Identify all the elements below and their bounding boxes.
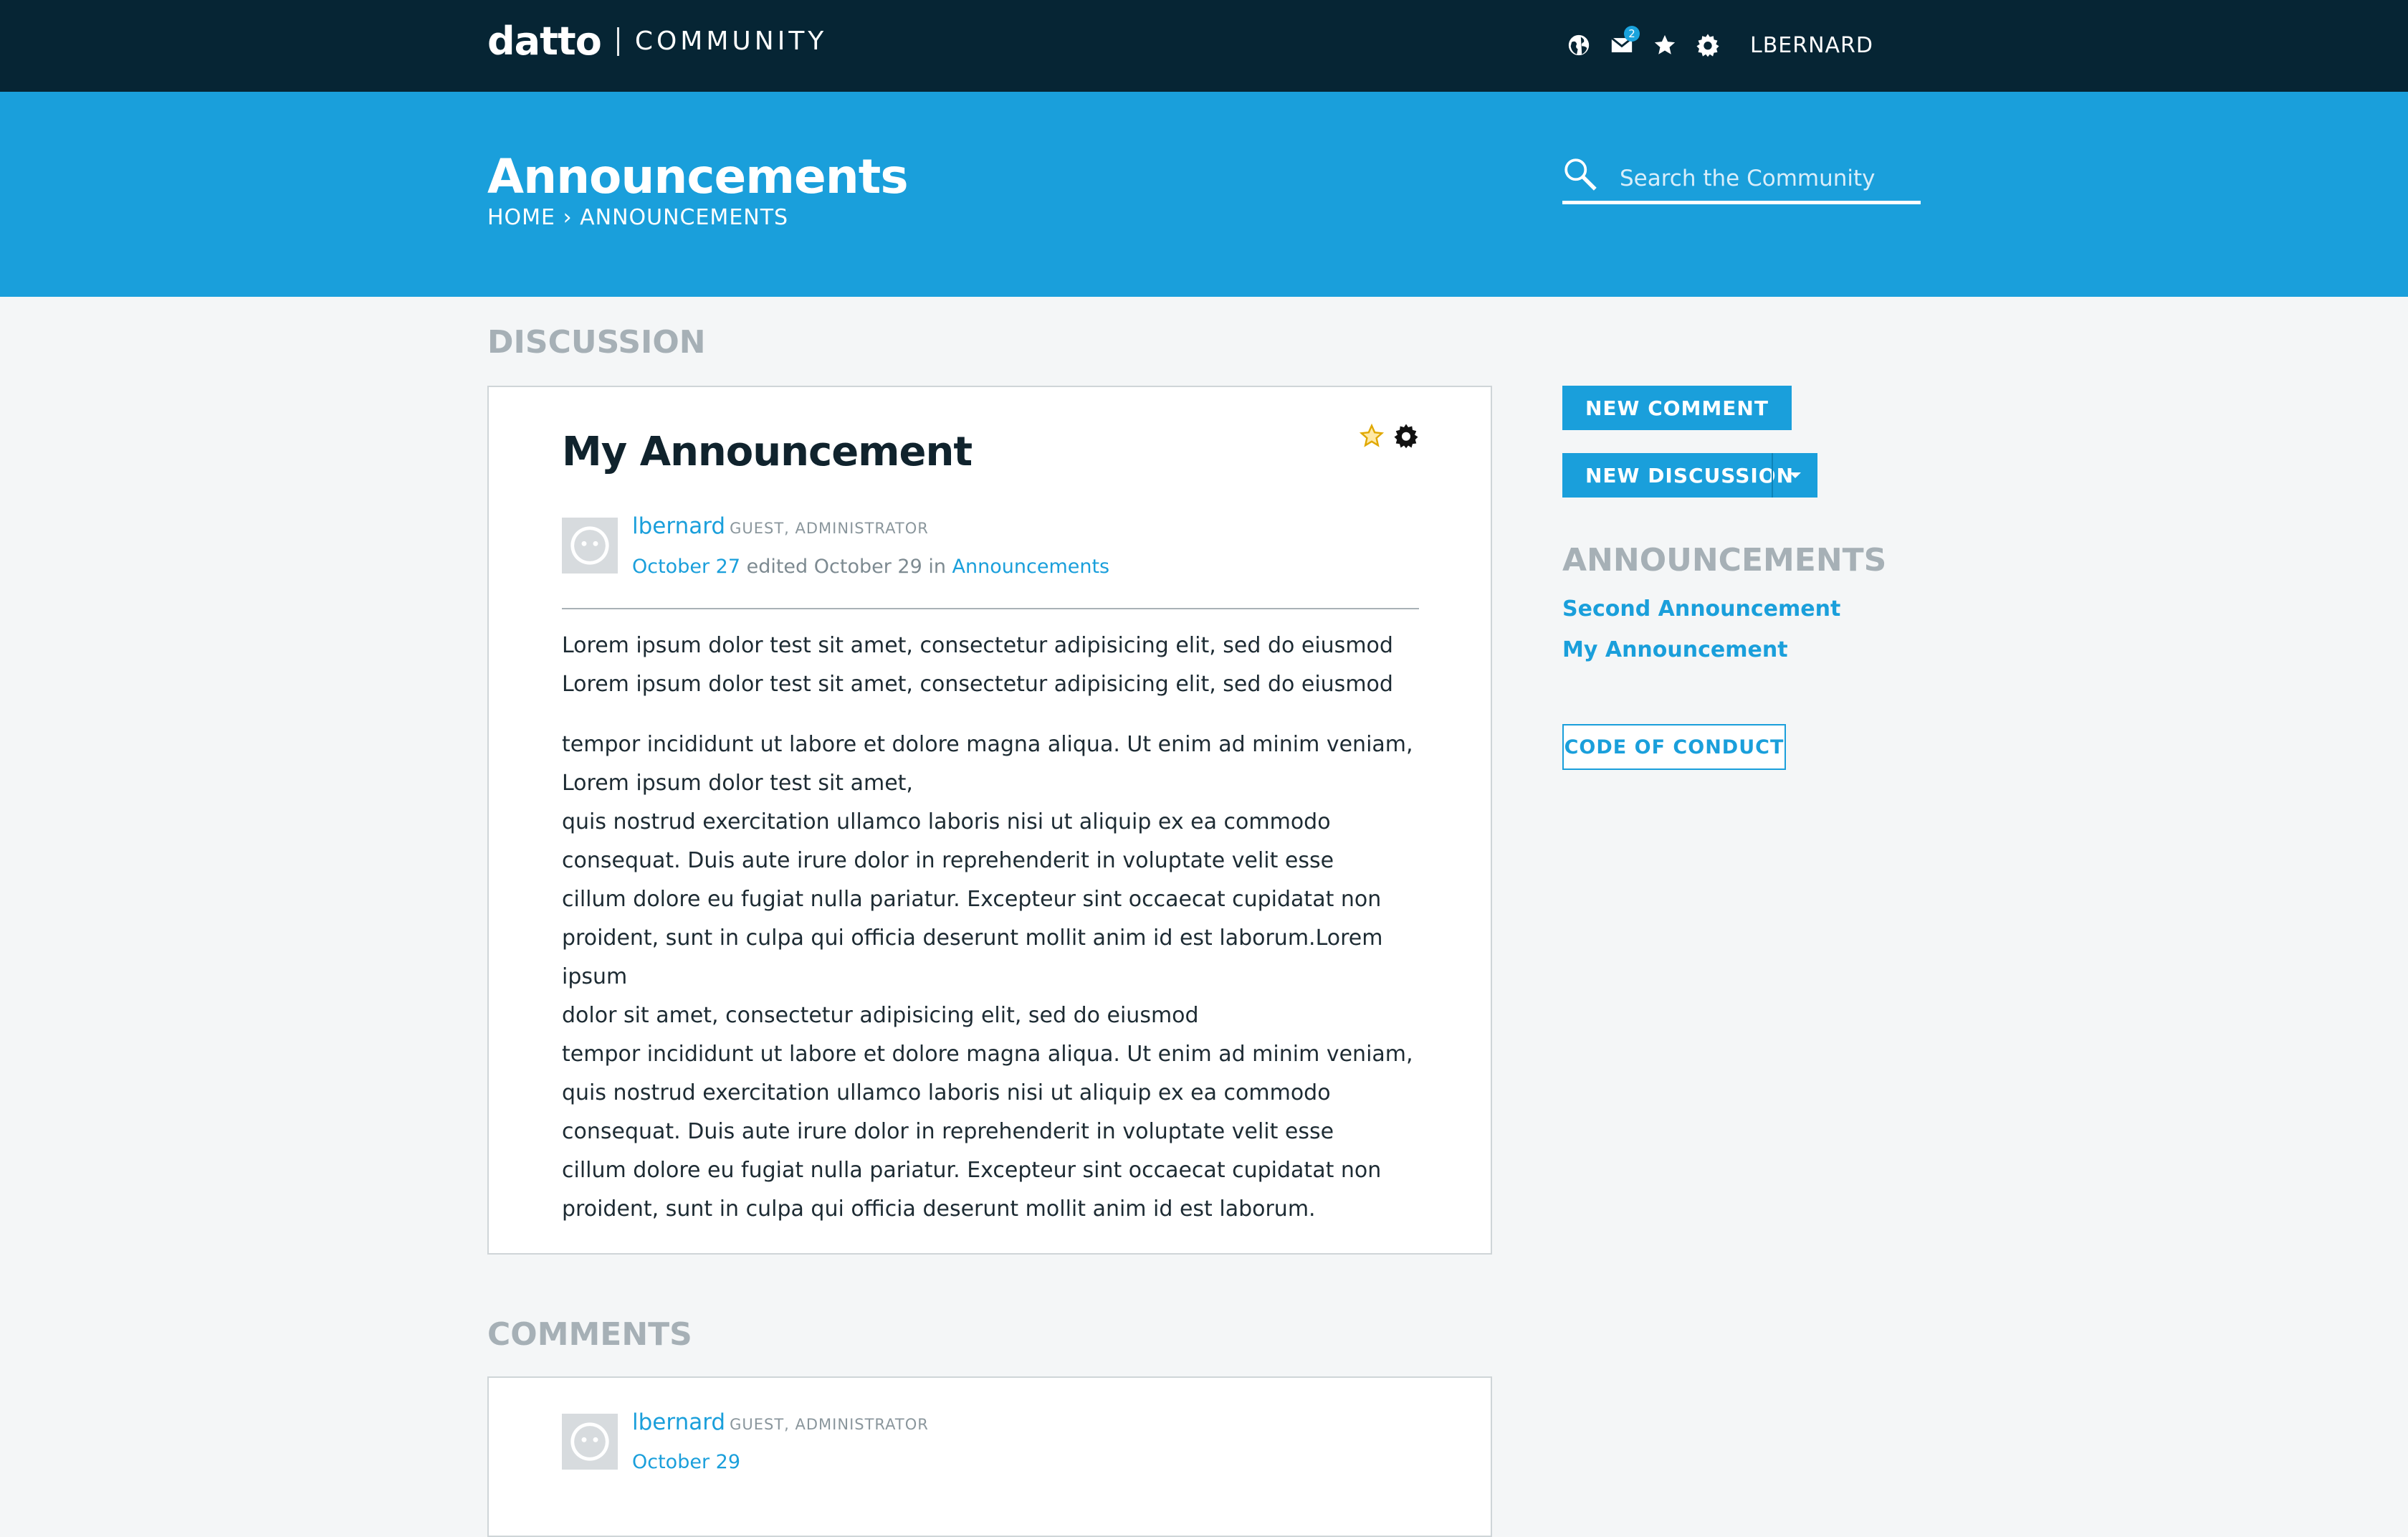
category-link[interactable]: Announcements bbox=[952, 556, 1110, 578]
mail-count-badge: 2 bbox=[1624, 26, 1640, 42]
body-line: consequat. Duis aute irure dolor in repr… bbox=[562, 848, 1334, 873]
comment-date-link[interactable]: October 29 bbox=[632, 1451, 740, 1473]
comment-author-role: GUEST, ADMINISTRATOR bbox=[730, 1416, 929, 1433]
top-navigation-bar: datto COMMUNITY 2 LBERNARD bbox=[0, 0, 2408, 92]
breadcrumb-separator: › bbox=[563, 205, 573, 230]
body-line: proident, sunt in culpa qui officia dese… bbox=[562, 1196, 1316, 1222]
body-line: dolor sit amet, consectetur adipisicing … bbox=[562, 1003, 1199, 1028]
breadcrumb-announcements[interactable]: ANNOUNCEMENTS bbox=[580, 205, 788, 230]
comments-heading: COMMENTS bbox=[487, 1316, 692, 1353]
avatar[interactable] bbox=[562, 518, 618, 574]
discussion-body: Lorem ipsum dolor test sit amet, consect… bbox=[562, 627, 1429, 1229]
comment-avatar[interactable] bbox=[562, 1414, 618, 1470]
logo-community-label: COMMUNITY bbox=[634, 27, 828, 56]
comment-card: lbernard GUEST, ADMINISTRATOR October 29 bbox=[487, 1376, 1492, 1537]
body-line: Lorem ipsum dolor test sit amet, bbox=[562, 771, 913, 796]
comment-author-name[interactable]: lbernard bbox=[632, 1409, 725, 1435]
comment-meta: October 29 bbox=[632, 1451, 740, 1473]
author-name[interactable]: lbernard bbox=[632, 513, 725, 539]
discussion-title: My Announcement bbox=[562, 429, 973, 475]
comment-author-line: lbernard GUEST, ADMINISTRATOR bbox=[632, 1409, 929, 1435]
username-menu[interactable]: LBERNARD bbox=[1750, 33, 1873, 58]
body-line: tempor incididunt ut labore et dolore ma… bbox=[562, 1042, 1413, 1067]
divider bbox=[562, 608, 1419, 609]
body-paragraph: Lorem ipsum dolor test sit amet, consect… bbox=[562, 633, 1393, 697]
body-line: cillum dolore eu fugiat nulla pariatur. … bbox=[562, 887, 1382, 912]
code-of-conduct-button[interactable]: CODE OF CONDUCT bbox=[1562, 724, 1786, 770]
search-box bbox=[1562, 156, 1921, 204]
author-line: lbernard GUEST, ADMINISTRATOR bbox=[632, 513, 929, 539]
logo-word: datto bbox=[487, 19, 602, 64]
avatar-placeholder-icon bbox=[570, 1422, 609, 1461]
datto-logo[interactable]: datto COMMUNITY bbox=[487, 19, 827, 64]
new-discussion-button[interactable]: NEW DISCUSSION bbox=[1562, 453, 1817, 498]
logo-divider bbox=[616, 27, 619, 56]
mail-icon[interactable]: 2 bbox=[1608, 26, 1640, 59]
globe-icon[interactable] bbox=[1565, 32, 1592, 59]
body-line: quis nostrud exercitation ullamco labori… bbox=[562, 1080, 1331, 1105]
star-icon[interactable] bbox=[1651, 32, 1678, 59]
search-input[interactable] bbox=[1618, 162, 1908, 195]
page-title: Announcements bbox=[487, 149, 909, 204]
breadcrumb-home[interactable]: HOME bbox=[487, 205, 555, 230]
sidebar-link-my-announcement[interactable]: My Announcement bbox=[1562, 637, 1840, 662]
announcements-sidebar-heading: ANNOUNCEMENTS bbox=[1562, 542, 1887, 579]
discussion-card: My Announcement lbernard GUEST, ADMINISTR… bbox=[487, 386, 1492, 1255]
edited-text: edited October 29 in bbox=[746, 556, 946, 578]
author-role: GUEST, ADMINISTRATOR bbox=[730, 520, 929, 537]
bookmark-star-icon[interactable] bbox=[1359, 423, 1385, 449]
options-gear-icon[interactable] bbox=[1393, 423, 1419, 449]
chevron-down-icon[interactable] bbox=[1772, 453, 1817, 498]
post-meta: October 27 edited October 29 in Announce… bbox=[632, 556, 1109, 578]
body-line: proident, sunt in culpa qui officia dese… bbox=[562, 925, 1383, 989]
discussion-actions bbox=[1359, 423, 1419, 449]
announcements-list: Second Announcement My Announcement bbox=[1562, 596, 1840, 678]
post-date-link[interactable]: October 27 bbox=[632, 556, 740, 578]
search-icon[interactable] bbox=[1562, 156, 1598, 192]
body-line: tempor incididunt ut labore et dolore ma… bbox=[562, 732, 1413, 757]
breadcrumb: HOME › ANNOUNCEMENTS bbox=[487, 205, 788, 230]
body-line: quis nostrud exercitation ullamco labori… bbox=[562, 809, 1331, 834]
gear-icon[interactable] bbox=[1694, 32, 1721, 59]
top-icon-group: 2 bbox=[1565, 26, 1721, 59]
body-line: consequat. Duis aute irure dolor in repr… bbox=[562, 1119, 1334, 1144]
discussion-heading: DISCUSSION bbox=[487, 324, 706, 361]
page-header: Announcements HOME › ANNOUNCEMENTS bbox=[0, 92, 2408, 297]
sidebar-link-second-announcement[interactable]: Second Announcement bbox=[1562, 596, 1840, 622]
new-comment-button[interactable]: NEW COMMENT bbox=[1562, 386, 1792, 430]
body-line: cillum dolore eu fugiat nulla pariatur. … bbox=[562, 1158, 1382, 1183]
avatar-placeholder-icon bbox=[570, 526, 609, 565]
new-discussion-label: NEW DISCUSSION bbox=[1585, 463, 1795, 487]
